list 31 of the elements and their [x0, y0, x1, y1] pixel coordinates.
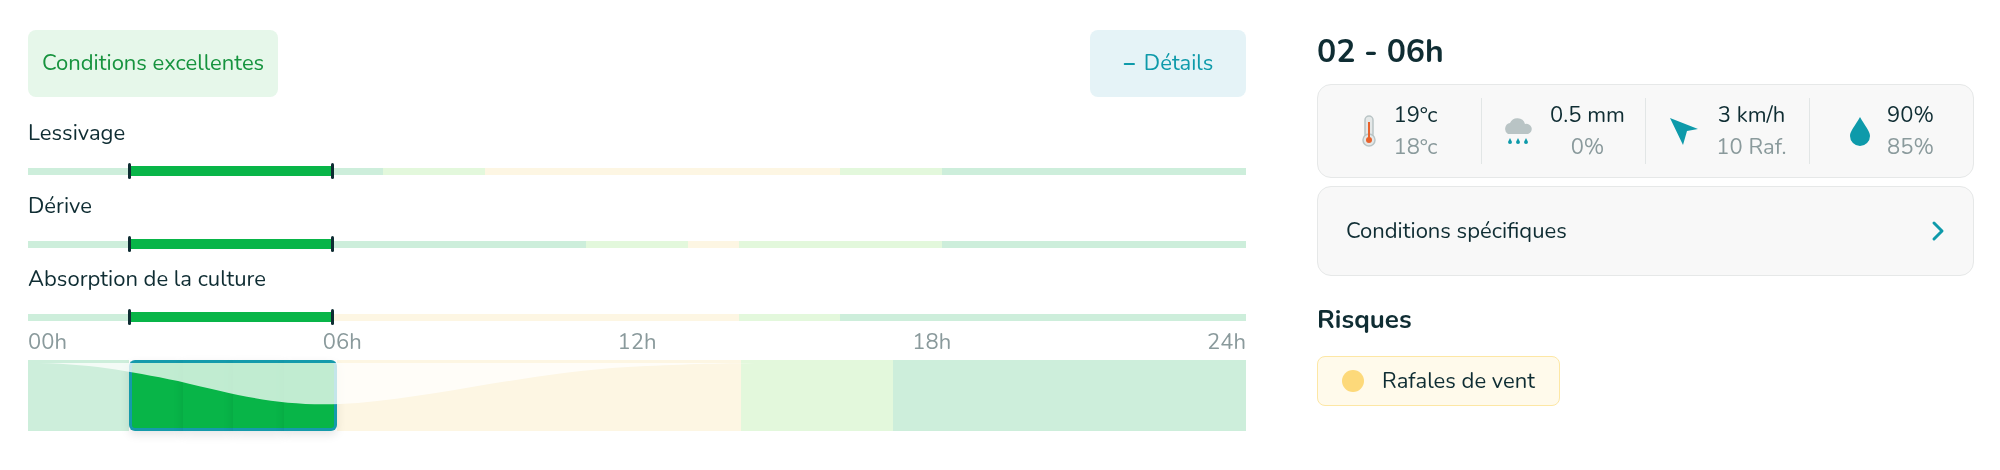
- weather-secondary-value: 0%: [1570, 131, 1605, 163]
- risks-title: Risques: [1317, 304, 1413, 336]
- weather-value: 90%: [1887, 99, 1934, 131]
- weather-secondary-value: 85%: [1887, 131, 1934, 163]
- range-marker[interactable]: [330, 309, 334, 325]
- range-marker[interactable]: [128, 309, 132, 325]
- chevron-right-icon: [1931, 220, 1945, 242]
- time-tick-label: 00h: [28, 328, 67, 356]
- rain-cloud-icon: [1502, 116, 1535, 146]
- time-tick-label: 24h: [1207, 328, 1246, 356]
- time-tick-label: 12h: [617, 328, 657, 356]
- track-label: Dérive: [28, 192, 93, 220]
- specific-conditions-button[interactable]: Conditions spécifiques: [1317, 186, 1974, 276]
- status-badge: Conditions excellentes: [28, 30, 279, 97]
- weather-secondary-value: 18°c: [1393, 131, 1438, 163]
- drop-icon: [1849, 116, 1872, 146]
- period-title: 02 - 06h: [1317, 32, 1445, 72]
- range-marker[interactable]: [330, 236, 334, 252]
- weather-value: 3 km/h: [1717, 99, 1786, 131]
- time-tick-label: 18h: [912, 328, 952, 356]
- weather-secondary-value: 10 Raf.: [1716, 131, 1787, 163]
- track-label: Absorption de la culture: [28, 265, 267, 293]
- range-marker[interactable]: [330, 163, 334, 179]
- time-tick-label: 06h: [322, 328, 362, 356]
- weather-value: 0.5 mm: [1550, 99, 1625, 131]
- risk-label: Rafales de vent: [1382, 364, 1535, 398]
- range-marker[interactable]: [128, 236, 132, 252]
- thermometer-icon: [1361, 115, 1378, 147]
- weather-value: 19°c: [1393, 99, 1438, 131]
- range-marker[interactable]: [128, 163, 132, 179]
- track-label: Lessivage: [28, 119, 127, 147]
